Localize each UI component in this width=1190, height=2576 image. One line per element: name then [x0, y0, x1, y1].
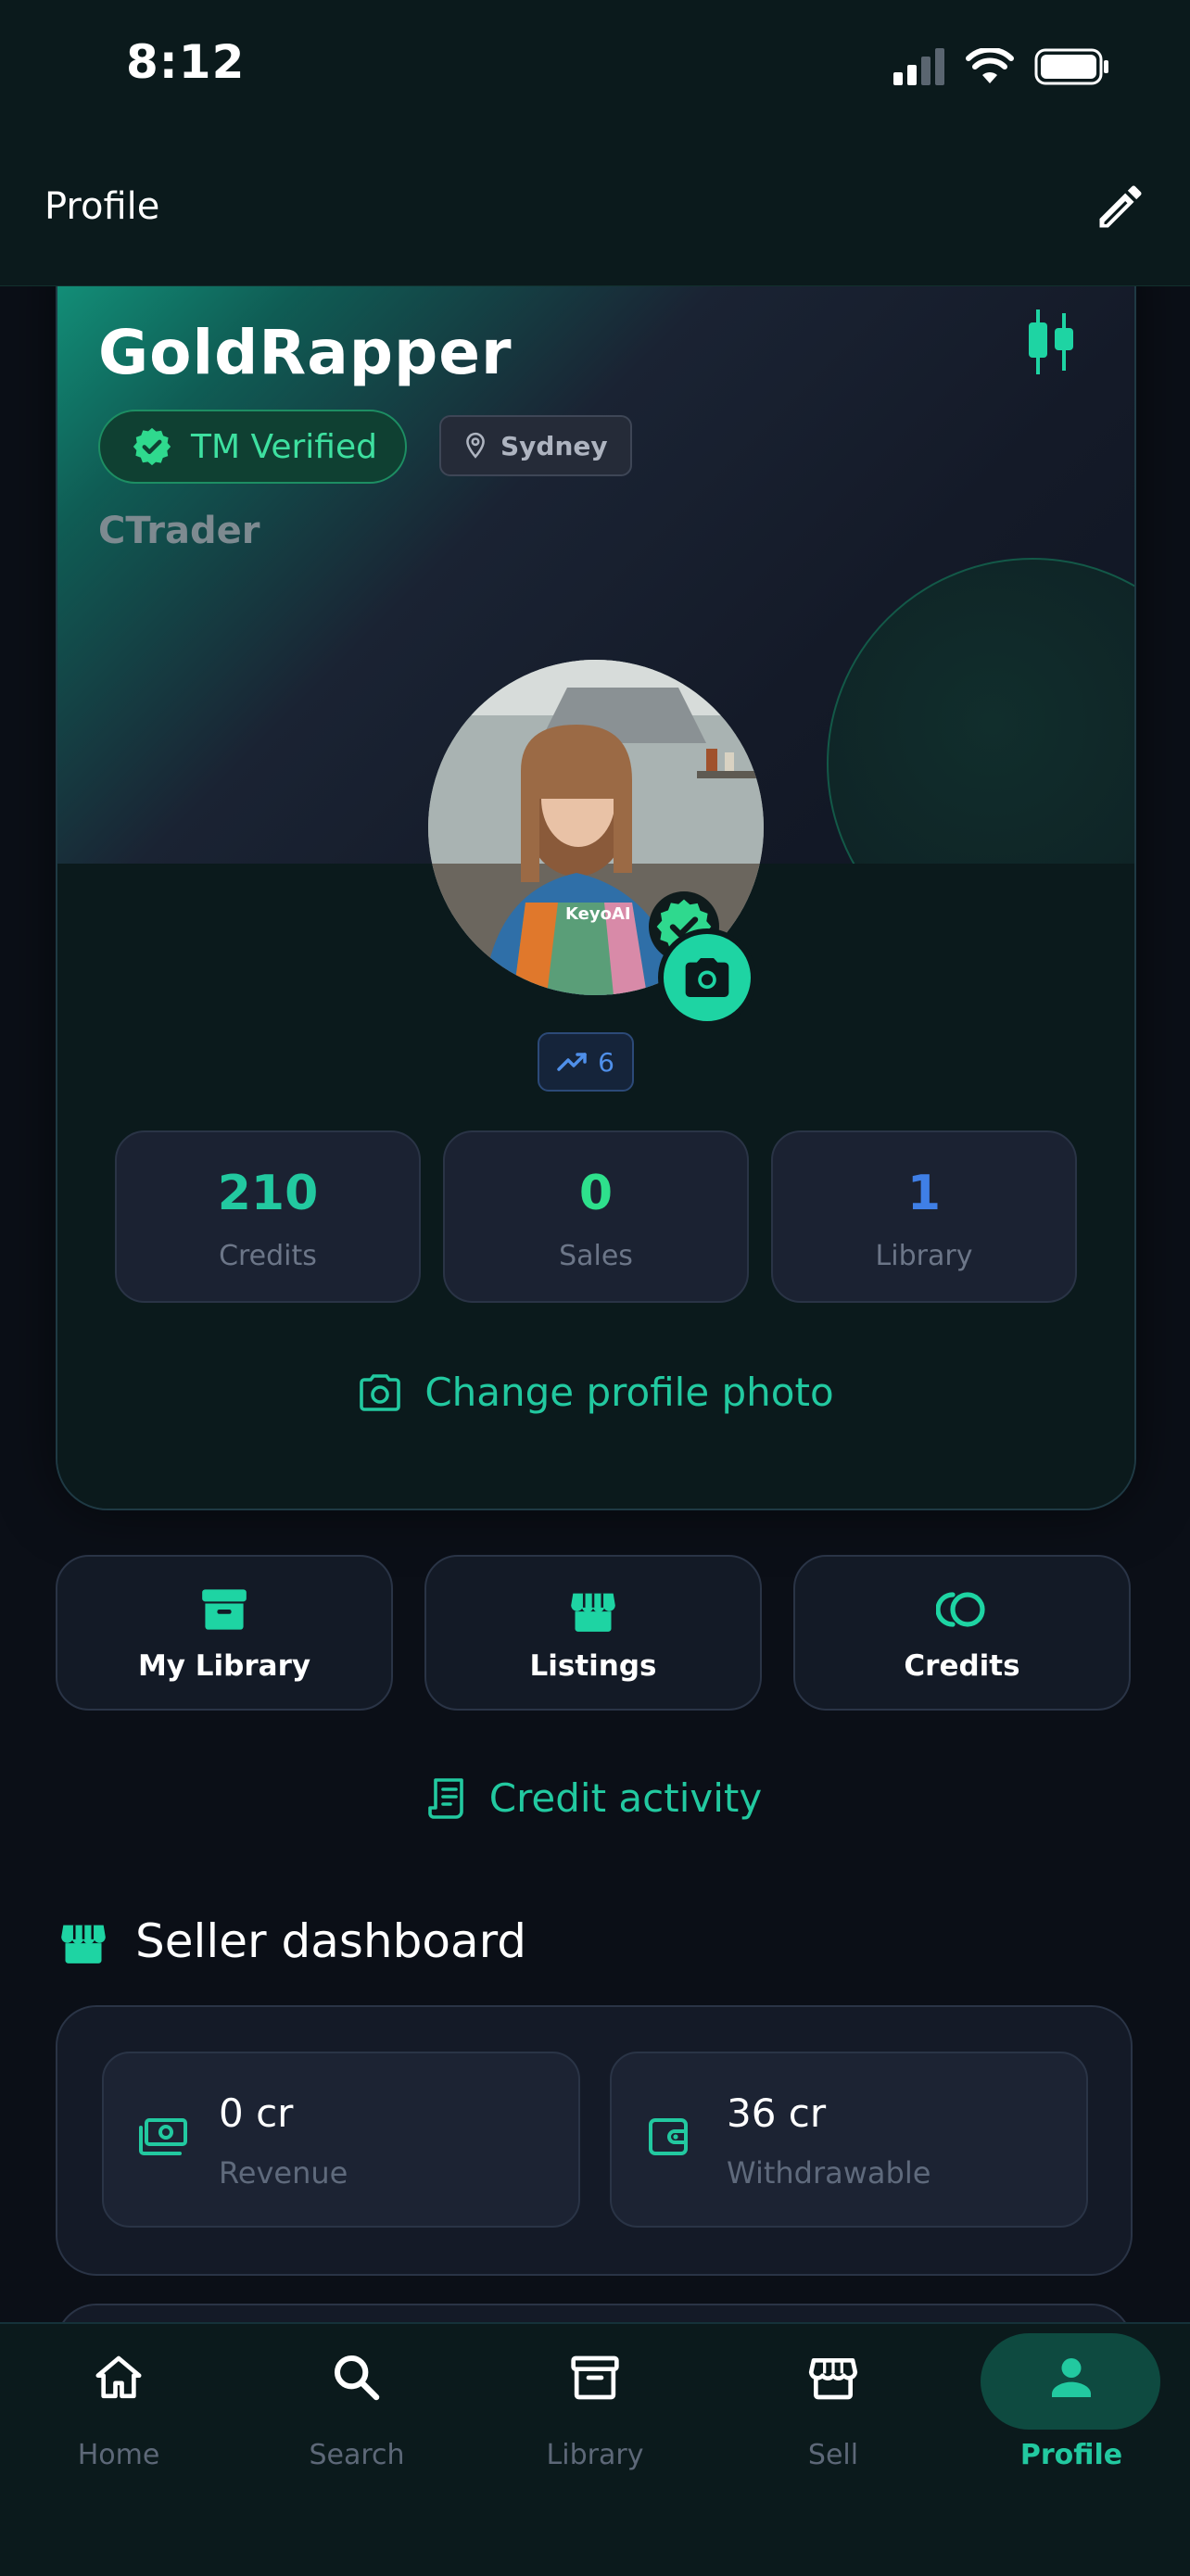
- battery-icon: [1034, 48, 1108, 85]
- tab-library[interactable]: Library: [476, 2324, 714, 2509]
- bottom-tab-bar: Home Search Library Sell Profile: [0, 2322, 1190, 2576]
- change-photo-label: Change profile photo: [424, 1370, 834, 1415]
- listings-button[interactable]: Listings: [424, 1555, 762, 1711]
- pencil-icon: [1099, 185, 1142, 228]
- stat-label: Sales: [559, 1240, 633, 1272]
- store-icon: [571, 1593, 615, 1632]
- candlestick-icon[interactable]: [1023, 309, 1079, 374]
- revenue-metric[interactable]: 0 cr Revenue: [102, 2052, 580, 2228]
- stat-library[interactable]: 1 Library: [771, 1130, 1077, 1303]
- stat-sales[interactable]: 0 Sales: [443, 1130, 749, 1303]
- tab-home[interactable]: Home: [0, 2324, 237, 2509]
- tab-search[interactable]: Search: [238, 2324, 475, 2509]
- metric-value: 36 cr: [727, 2090, 827, 2136]
- stat-value: 0: [578, 1166, 614, 1221]
- username: GoldRapper: [98, 317, 513, 388]
- trend-count: 6: [598, 1046, 614, 1078]
- page-title: Profile: [44, 185, 160, 228]
- trend-badge: 6: [538, 1032, 634, 1092]
- receipt-icon: [427, 1777, 463, 1819]
- status-time: 8:12: [126, 35, 246, 89]
- metric-label: Revenue: [219, 2155, 348, 2191]
- tab-label: Search: [309, 2439, 405, 2471]
- status-icons: [893, 46, 1110, 87]
- stat-value: 1: [906, 1166, 942, 1221]
- quick-action-label: Credits: [904, 1649, 1020, 1683]
- trending-up-icon: [557, 1053, 587, 1071]
- wallet-icon: [649, 2118, 688, 2155]
- avatar-wrapper: KeyoAI: [428, 660, 764, 1027]
- seller-dashboard-heading: Seller dashboard: [59, 1914, 526, 1968]
- edit-profile-button[interactable]: [1088, 174, 1153, 239]
- tab-label: Home: [77, 2439, 160, 2471]
- stat-value: 210: [217, 1166, 319, 1221]
- camera-outline-icon: [360, 1373, 401, 1411]
- tab-profile[interactable]: Profile: [953, 2324, 1190, 2509]
- withdrawable-metric[interactable]: 36 cr Withdrawable: [610, 2052, 1088, 2228]
- home-icon: [95, 2355, 142, 2399]
- credit-activity-link[interactable]: Credit activity: [0, 1775, 1190, 1821]
- verified-label: TM Verified: [191, 427, 377, 466]
- store-icon: [61, 1925, 106, 1964]
- seller-dashboard-card: 0 cr Revenue 36 cr Withdrawable: [56, 2005, 1133, 2276]
- verified-check-icon: [133, 427, 171, 466]
- location-pin-icon: [466, 432, 485, 459]
- search-icon: [334, 2355, 380, 2401]
- change-photo-button[interactable]: Change profile photo: [57, 1370, 1134, 1415]
- stat-label: Library: [875, 1240, 973, 1272]
- avatar-apron-text: KeyoAI: [565, 904, 631, 924]
- coins-icon: [936, 1592, 985, 1627]
- metric-value: 0 cr: [219, 2090, 294, 2136]
- camera-icon: [685, 958, 729, 997]
- signal-icon: [893, 48, 944, 85]
- person-icon: [1052, 2358, 1091, 2397]
- archive-icon: [571, 2355, 619, 2400]
- seller-dashboard-title: Seller dashboard: [135, 1914, 526, 1968]
- tab-label: Library: [546, 2439, 644, 2471]
- wifi-icon: [966, 48, 1014, 83]
- cash-icon: [139, 2118, 187, 2155]
- location-label: Sydney: [500, 430, 608, 461]
- stat-label: Credits: [219, 1240, 317, 1272]
- camera-button[interactable]: [658, 928, 756, 1027]
- archive-icon: [202, 1589, 247, 1630]
- quick-action-label: Listings: [529, 1649, 657, 1683]
- my-library-button[interactable]: My Library: [56, 1555, 393, 1711]
- metric-label: Withdrawable: [727, 2155, 931, 2191]
- stat-credits[interactable]: 210 Credits: [115, 1130, 421, 1303]
- tab-label: Sell: [807, 2439, 859, 2471]
- profile-card: GoldRapper TM Verified Sydney CTrader Ke…: [56, 222, 1136, 1510]
- credit-activity-label: Credit activity: [488, 1775, 763, 1821]
- tab-label: Profile: [1019, 2439, 1123, 2471]
- top-bar: 8:12 Profile: [0, 0, 1190, 286]
- location-badge: Sydney: [439, 415, 632, 476]
- store-icon: [808, 2358, 858, 2400]
- verified-badge: TM Verified: [98, 410, 407, 484]
- user-role: CTrader: [98, 510, 260, 552]
- tab-sell[interactable]: Sell: [715, 2324, 952, 2509]
- credits-button[interactable]: Credits: [793, 1555, 1131, 1711]
- quick-action-label: My Library: [137, 1649, 311, 1683]
